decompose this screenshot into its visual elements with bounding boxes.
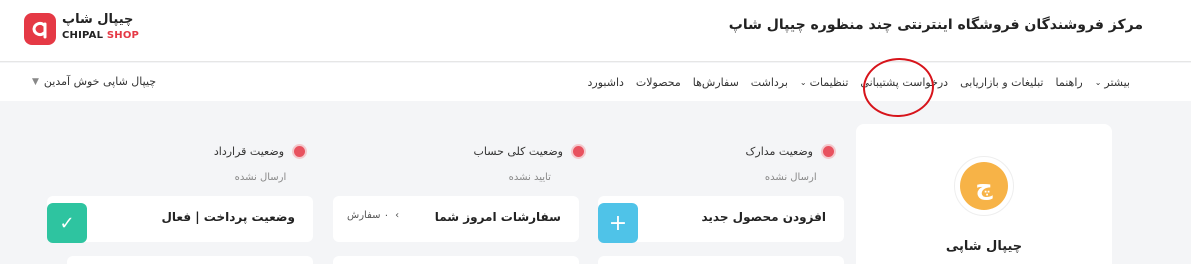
logo-text-fa: چیپال شاپ [62, 12, 134, 27]
nav-item-8[interactable]: بیشتر ⌄ [1089, 76, 1136, 89]
status-value: تایید نشده [508, 172, 551, 183]
card-placeholder [333, 256, 579, 264]
chevron-down-icon: ⌄ [799, 77, 807, 87]
plus-icon[interactable]: + [598, 203, 638, 243]
nav-item-3[interactable]: برداشت [745, 76, 794, 89]
nav-item-1[interactable]: محصولات [630, 76, 687, 89]
nav-item-label: بیشتر [1104, 75, 1130, 89]
logo-text-en-a: CHIPAL [62, 30, 104, 41]
status-value: ارسال نشده [764, 172, 817, 183]
status-documents: وضعیت مدارک ارسال نشده [746, 144, 836, 183]
status-dot-icon [292, 144, 307, 159]
nav-item-2[interactable]: سفارش‌ها [687, 76, 745, 89]
card-placeholder [598, 256, 844, 264]
nav-item-6[interactable]: تبلیغات و بازاریابی [954, 76, 1049, 89]
today-orders-card[interactable]: سفارشات امروز شما › ۰ سفارش [333, 196, 579, 242]
status-label: وضعیت قرارداد [213, 145, 284, 158]
card-placeholder [67, 256, 313, 264]
top-header: مرکز فروشندگان فروشگاه اینترنتی چند منظو… [0, 0, 1191, 62]
main-nav: داشبورد محصولات سفارش‌ها برداشت تنظیمات ⌄ درخو… [0, 63, 1191, 101]
profile-card: چ چیپال شاپی [856, 124, 1112, 264]
status-label: وضعیت کلی حساب [473, 145, 563, 158]
page-title: مرکز فروشندگان فروشگاه اینترنتی چند منظو… [728, 17, 1143, 33]
payment-status-card: وضعیت پرداخت | فعال ✓ [47, 196, 313, 243]
nav-item-7[interactable]: راهنما [1050, 76, 1089, 89]
card-title: افزودن محصول جدید [701, 210, 826, 224]
nav-item-label: سفارش‌ها [692, 75, 739, 89]
user-menu[interactable]: چیپال شاپی خوش آمدین ▼ [32, 75, 156, 88]
orders-count-link[interactable]: › ۰ سفارش [347, 210, 399, 221]
status-label: وضعیت مدارک [745, 145, 813, 158]
chevron-right-icon: › [395, 210, 400, 221]
nav-item-label: داشبورد [587, 75, 624, 89]
card-title: سفارشات امروز شما [434, 210, 561, 224]
logo-icon[interactable] [24, 13, 56, 45]
nav-item-label: راهنما [1055, 75, 1083, 89]
avatar[interactable]: چ [954, 156, 1014, 216]
status-value: ارسال نشده [234, 172, 287, 183]
nav-item-0[interactable]: داشبورد [582, 76, 630, 89]
add-product-card[interactable]: افزودن محصول جدید + [598, 196, 844, 243]
status-contract: وضعیت قرارداد ارسال نشده [214, 144, 307, 183]
caret-down-icon: ▼ [32, 76, 39, 87]
profile-name: چیپال شاپی [945, 239, 1023, 254]
status-dot-icon [821, 144, 836, 159]
status-account: وضعیت کلی حساب تایید نشده [474, 144, 586, 183]
logo-text-en-b: SHOP [106, 30, 140, 41]
chevron-down-icon: ⌄ [1094, 77, 1102, 87]
orders-count: ۰ سفارش [347, 210, 390, 221]
status-dot-icon [571, 144, 586, 159]
avatar-letter: چ [960, 162, 1008, 210]
nav-item-label: تبلیغات و بازاریابی [960, 75, 1044, 89]
nav-item-label: محصولات [635, 75, 681, 89]
card-title: وضعیت پرداخت | فعال [161, 210, 296, 224]
nav-item-label: برداشت [750, 75, 788, 89]
check-icon: ✓ [47, 203, 87, 243]
greeting-text: چیپال شاپی خوش آمدین [43, 75, 157, 88]
nav-items: داشبورد محصولات سفارش‌ها برداشت تنظیمات ⌄ درخو… [582, 63, 1136, 101]
nav-item-label: تنظیمات [809, 75, 849, 89]
logo-text-en: CHIPAL SHOP [62, 30, 139, 41]
nav-item-4[interactable]: تنظیمات ⌄ [794, 76, 855, 89]
